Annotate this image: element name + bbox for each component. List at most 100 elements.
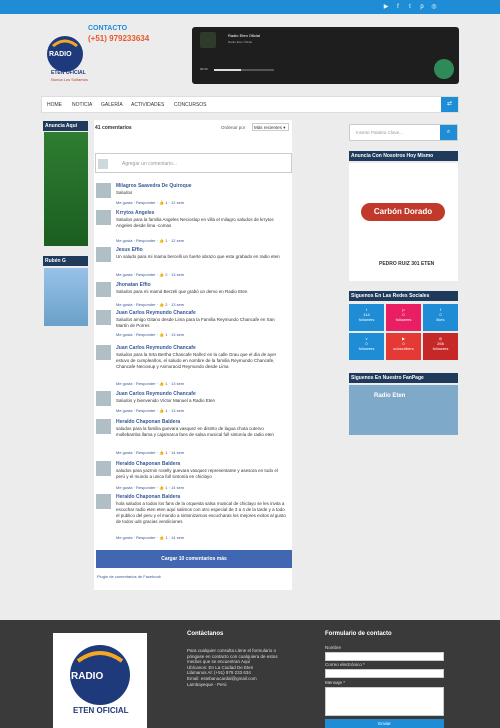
svg-text:ETEN OFICIAL: ETEN OFICIAL <box>73 706 129 715</box>
fanpage-title: Siguenos En Nuestro FanPage <box>349 373 458 383</box>
facebook-social-tile[interactable]: f 0 likes <box>423 304 458 331</box>
youtube-social-tile[interactable]: ▶ 0 subscribers <box>386 333 421 360</box>
comment-text: hola saludos a todos los fans de la orqu… <box>116 501 286 524</box>
twitter-icon[interactable]: t <box>406 3 414 11</box>
social-grid: t 114 followers p 0 followers f 0 likes v 0 foll… <box>349 304 458 360</box>
comment-author[interactable]: Juan Carlos Reymundo Chancafe <box>116 391 196 397</box>
fanpage-widget[interactable]: Radio Eten <box>349 385 458 435</box>
comment-count: 41 comentarios <box>95 125 132 131</box>
comment-text: Saludos para la familia Angeles Necioslu… <box>116 217 274 228</box>
instagram-icon[interactable]: ◎ <box>430 3 438 11</box>
comment-actions[interactable]: Me gusta · Responder · 👍 1 · 14 sem <box>116 485 184 490</box>
ad-title: Anuncia Aquí <box>43 121 88 131</box>
comment-text: saludos para yazmin roselly guevara vasq… <box>116 468 278 479</box>
comment-author[interactable]: Milagros Saavedra De Quiroque <box>116 183 192 189</box>
avatar[interactable] <box>96 310 111 325</box>
comment-actions[interactable]: Me gusta · Responder · 👍 1 · 13 sem <box>116 381 184 386</box>
audio-player: Radio Eten Oficial Radio Eten Oficial 00… <box>192 27 459 84</box>
comment-author[interactable]: Krrytos Angeles <box>116 210 154 216</box>
play-button[interactable] <box>434 59 454 79</box>
footer-contact-title: Contáctanos <box>187 631 224 637</box>
name-label: Nombre <box>325 645 342 650</box>
fb-plugin-link[interactable]: Plugin de comentarios de Facebook <box>97 574 161 579</box>
nav-item-noticia[interactable]: NOTICIA <box>72 102 92 108</box>
send-button[interactable]: Enviar <box>325 719 444 728</box>
svg-text:ETEN OFICIAL: ETEN OFICIAL <box>51 70 86 76</box>
contact-phone[interactable]: (+51) 979233634 <box>88 34 149 43</box>
twitter-social-tile[interactable]: t 114 followers <box>349 304 384 331</box>
footer-logo: RADIO ETEN OFICIAL <box>53 633 147 728</box>
avatar[interactable] <box>96 419 111 434</box>
comment-actions[interactable]: Me gusta · Responder · 👍 2 · 13 sem <box>116 302 184 307</box>
comment-actions[interactable]: Me gusta · Responder · 👍 1 · 12 sem <box>116 238 184 243</box>
comment-text: saludos para la familia guevara vasquez … <box>116 426 274 437</box>
avatar[interactable] <box>96 247 111 262</box>
footer-contact-text: Para cualquier consulta Llene el formula… <box>187 648 278 687</box>
player-time: 00:00 <box>200 67 208 71</box>
ad-banner[interactable] <box>44 132 88 246</box>
svg-text:RADIO: RADIO <box>49 51 72 58</box>
comment-author[interactable]: Jesus Effio <box>116 247 143 253</box>
comment-author[interactable]: Heraldo Chaponan Baldera <box>116 461 180 467</box>
ruben-image[interactable] <box>44 268 88 326</box>
comment-actions[interactable]: Me gusta · Responder · 👍 1 · 14 sem <box>116 450 184 455</box>
nav-item-actividades[interactable]: ACTIVIDADES <box>131 102 164 108</box>
email-field[interactable] <box>325 669 444 678</box>
nav-item-home[interactable]: HOME <box>47 102 62 108</box>
message-field[interactable] <box>325 687 444 716</box>
comment-author[interactable]: Jhonatan Effio <box>116 282 151 288</box>
search-box[interactable]: Inserte Palabra Clave... ⌕ <box>349 124 458 141</box>
shuffle-button[interactable]: ⇄ <box>441 97 458 112</box>
search-input[interactable]: Inserte Palabra Clave... <box>356 130 403 135</box>
player-progress-fill <box>214 69 241 71</box>
facebook-icon[interactable]: f <box>394 3 402 11</box>
player-thumbnail <box>200 32 216 48</box>
name-field[interactable] <box>325 652 444 661</box>
avatar[interactable] <box>96 494 111 509</box>
avatar[interactable] <box>96 345 111 360</box>
comment-placeholder: Agregar un comentario... <box>122 161 178 167</box>
player-progress-bar[interactable] <box>214 69 274 71</box>
contact-title: CONTACTO <box>88 25 128 32</box>
avatar[interactable] <box>96 391 111 406</box>
search-icon[interactable]: ⌕ <box>440 125 457 140</box>
player-subtitle: Radio Eten Oficial <box>228 40 253 44</box>
comment-actions[interactable]: Me gusta · Responder · 👍 1 · 14 sem <box>116 535 184 540</box>
vimeo-social-tile[interactable]: v 0 followers <box>349 333 384 360</box>
avatar[interactable] <box>96 183 111 198</box>
youtube-icon[interactable]: ▶ <box>382 3 390 11</box>
email-label: Correo electrónico * <box>325 662 365 667</box>
instagram-social-tile[interactable]: ◎ 266 followers <box>423 333 458 360</box>
social-title: Siguenos En Las Redes Sociales <box>349 291 458 301</box>
comment-author[interactable]: Heraldo Chaponan Baldera <box>116 494 180 500</box>
comment-actions[interactable]: Me gusta · Responder · 👍 2 · 13 sem <box>116 272 184 277</box>
comment-actions[interactable]: Me gusta · Responder · 👍 1 · 13 sem <box>116 332 184 337</box>
load-more-button[interactable]: Cargar 10 comentarios más <box>96 550 292 568</box>
pinterest-icon[interactable]: p <box>418 3 426 11</box>
new-comment-box[interactable]: Agregar un comentario... <box>95 153 292 173</box>
player-title: Radio Eten Oficial <box>228 33 261 38</box>
avatar <box>98 159 108 169</box>
ruben-title: Rubén G <box>43 256 88 266</box>
comment-author[interactable]: Juan Carlos Reymundo Chancafe <box>116 310 196 316</box>
comment-text: Saludos y bienvenido Víctor Manuel a Rad… <box>116 398 216 403</box>
carbon-dorado-ad[interactable]: Carbón Dorado PEDRO RUIZ 301 ETEN <box>349 163 458 281</box>
nav-item-concursos[interactable]: CONCURSOS <box>174 102 207 108</box>
top-social-icons: ▶ f t p ◎ <box>382 3 438 11</box>
svg-text:Nunca Los Soltamos: Nunca Los Soltamos <box>51 77 88 82</box>
order-select[interactable]: Más recientes ▾ <box>252 123 289 131</box>
comment-author[interactable]: Heraldo Chaponan Baldera <box>116 419 180 425</box>
ads-title: Anuncia Con Nosotros Hoy Mismo <box>349 151 458 161</box>
comment-author[interactable]: Juan Carlos Reymundo Chancafe <box>116 345 196 351</box>
form-title: Formulario de contacto <box>325 631 392 637</box>
avatar[interactable] <box>96 282 111 297</box>
nav-item-galeria[interactable]: GALERÍA <box>101 102 123 108</box>
avatar[interactable] <box>96 461 111 476</box>
comment-actions[interactable]: Me gusta · Responder · 👍 1 · 13 sem <box>116 408 184 413</box>
main-nav: HOME NOTICIA GALERÍA ACTIVIDADES CONCURS… <box>41 96 459 113</box>
pinterest-social-tile[interactable]: p 0 followers <box>386 304 421 331</box>
comment-text: Un saludo para mi mama bercelli un fuert… <box>116 254 280 259</box>
avatar[interactable] <box>96 210 111 225</box>
svg-text:RADIO: RADIO <box>71 671 103 682</box>
comment-actions[interactable]: Me gusta · Responder · 👍 1 · 12 sem <box>116 200 184 205</box>
